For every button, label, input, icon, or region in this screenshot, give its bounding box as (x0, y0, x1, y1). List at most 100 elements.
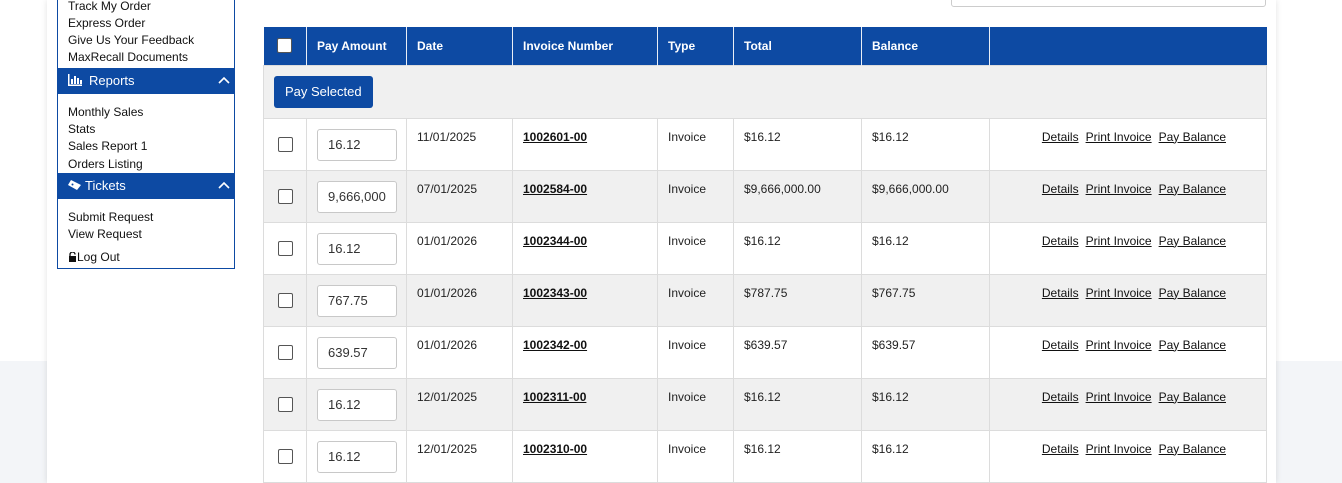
col-header-invoice-number[interactable]: Invoice Number (512, 27, 658, 65)
sidebar-link-track-order[interactable]: Track My Order (68, 0, 151, 13)
balance-cell: $16.12 (861, 221, 990, 275)
col-header-type[interactable]: Type (657, 27, 734, 65)
row-select-cell (263, 221, 307, 275)
actions-cell: Details Print Invoice Pay Balance (989, 273, 1267, 327)
pay-balance-link[interactable]: Pay Balance (1159, 182, 1226, 196)
sidebar-link-sales-report[interactable]: Sales Report 1 (68, 139, 147, 153)
invoice-cell: 1002311-00 (512, 377, 658, 431)
table-row: 9,666,000 07/01/2025 1002584-00 Invoice $9,6… (263, 169, 1267, 223)
sidebar-link-orders-listing[interactable]: Orders Listing (68, 157, 143, 171)
details-link[interactable]: Details (1042, 234, 1079, 248)
invoice-number-link[interactable]: 1002344-00 (523, 234, 587, 248)
pay-amount-input[interactable]: 639.57 (317, 336, 397, 369)
bar-chart-icon (68, 74, 82, 86)
print-invoice-link[interactable]: Print Invoice (1086, 390, 1152, 404)
chevron-up-icon[interactable] (218, 75, 230, 85)
date-cell: 07/01/2025 (406, 169, 513, 223)
pay-amount-input[interactable]: 16.12 (317, 128, 397, 161)
total-cell: $9,666,000.00 (733, 169, 862, 223)
pay-amount-cell: 16.12 (306, 221, 407, 275)
row-checkbox[interactable] (277, 344, 293, 360)
date-cell: 11/01/2025 (406, 117, 513, 171)
sidebar-link-express-order[interactable]: Express Order (68, 16, 145, 30)
pay-amount-cell: 639.57 (306, 325, 407, 379)
actions-cell: Details Print Invoice Pay Balance (989, 221, 1267, 275)
col-header-actions (989, 27, 1267, 65)
sidebar-link-view-request[interactable]: View Request (68, 227, 142, 241)
print-invoice-link[interactable]: Print Invoice (1086, 286, 1152, 300)
invoice-number-link[interactable]: 1002601-00 (523, 130, 587, 144)
sidebar-link-stats[interactable]: Stats (68, 122, 95, 136)
invoice-number-link[interactable]: 1002342-00 (523, 338, 587, 352)
invoice-number-link[interactable]: 1002343-00 (523, 286, 587, 300)
table-row: 16.12 12/01/2025 1002310-00 Invoice $16.12 $1… (263, 429, 1267, 483)
row-checkbox[interactable] (277, 292, 293, 308)
table-header-row: Pay Amount Date Invoice Number Type Tota… (263, 27, 1267, 65)
print-invoice-link[interactable]: Print Invoice (1086, 234, 1152, 248)
row-checkbox[interactable] (277, 396, 293, 412)
pay-balance-link[interactable]: Pay Balance (1159, 130, 1226, 144)
pay-amount-input[interactable]: 9,666,000 (317, 180, 397, 213)
details-link[interactable]: Details (1042, 442, 1079, 456)
pay-balance-link[interactable]: Pay Balance (1159, 338, 1226, 352)
sidebar-section-tickets[interactable]: Tickets (58, 173, 234, 199)
print-invoice-link[interactable]: Print Invoice (1086, 130, 1152, 144)
pay-balance-link[interactable]: Pay Balance (1159, 390, 1226, 404)
row-checkbox[interactable] (277, 240, 293, 256)
balance-cell: $16.12 (861, 117, 990, 171)
sidebar-link-monthly-sales[interactable]: Monthly Sales (68, 105, 143, 119)
pay-amount-input[interactable]: 767.75 (317, 284, 397, 317)
balance-cell: $639.57 (861, 325, 990, 379)
print-invoice-link[interactable]: Print Invoice (1086, 442, 1152, 456)
details-link[interactable]: Details (1042, 286, 1079, 300)
pay-amount-input[interactable]: 16.12 (317, 440, 397, 473)
actions-cell: Details Print Invoice Pay Balance (989, 117, 1267, 171)
select-all-cell (263, 27, 307, 65)
invoice-number-link[interactable]: 1002311-00 (523, 390, 586, 404)
table-row: 16.12 11/01/2025 1002601-00 Invoice $16.12 $1… (263, 117, 1267, 171)
type-cell: Invoice (657, 429, 734, 483)
col-header-total[interactable]: Total (733, 27, 862, 65)
pay-amount-input[interactable]: 16.12 (317, 232, 397, 265)
pay-balance-link[interactable]: Pay Balance (1159, 234, 1226, 248)
invoice-table: Pay Amount Date Invoice Number Type Tota… (263, 27, 1267, 483)
logout-label: Log Out (77, 250, 120, 264)
sidebar-link-submit-request[interactable]: Submit Request (68, 210, 153, 224)
sidebar: Track My Order Express Order Give Us You… (57, 0, 235, 269)
date-cell: 12/01/2025 (406, 429, 513, 483)
logout-link[interactable]: Log Out (68, 250, 120, 264)
sidebar-link-feedback[interactable]: Give Us Your Feedback (68, 33, 194, 47)
col-header-pay-amount[interactable]: Pay Amount (306, 27, 407, 65)
row-checkbox[interactable] (277, 136, 293, 152)
total-cell: $16.12 (733, 429, 862, 483)
chevron-up-icon[interactable] (218, 180, 230, 190)
type-cell: Invoice (657, 325, 734, 379)
details-link[interactable]: Details (1042, 338, 1079, 352)
details-link[interactable]: Details (1042, 390, 1079, 404)
search-input[interactable] (951, 0, 1266, 7)
date-cell: 12/01/2025 (406, 377, 513, 431)
invoice-cell: 1002343-00 (512, 273, 658, 327)
pay-amount-input[interactable]: 16.12 (317, 388, 397, 421)
sidebar-section-label: Reports (89, 73, 135, 88)
pay-balance-link[interactable]: Pay Balance (1159, 286, 1226, 300)
print-invoice-link[interactable]: Print Invoice (1086, 182, 1152, 196)
details-link[interactable]: Details (1042, 130, 1079, 144)
sidebar-link-maxrecall[interactable]: MaxRecall Documents (68, 50, 188, 64)
row-checkbox[interactable] (277, 448, 293, 464)
pay-balance-link[interactable]: Pay Balance (1159, 442, 1226, 456)
invoice-number-link[interactable]: 1002310-00 (523, 442, 587, 456)
pay-selected-button[interactable]: Pay Selected (274, 75, 373, 108)
invoice-number-link[interactable]: 1002584-00 (523, 182, 587, 196)
balance-cell: $16.12 (861, 377, 990, 431)
pay-amount-cell: 767.75 (306, 273, 407, 327)
table-row: 639.57 01/01/2026 1002342-00 Invoice $639.57… (263, 325, 1267, 379)
row-checkbox[interactable] (277, 188, 293, 204)
sidebar-section-reports[interactable]: Reports (58, 68, 234, 94)
select-all-checkbox[interactable] (277, 38, 293, 54)
col-header-balance[interactable]: Balance (861, 27, 990, 65)
col-header-date[interactable]: Date (406, 27, 513, 65)
ticket-icon (68, 180, 81, 190)
details-link[interactable]: Details (1042, 182, 1079, 196)
print-invoice-link[interactable]: Print Invoice (1086, 338, 1152, 352)
